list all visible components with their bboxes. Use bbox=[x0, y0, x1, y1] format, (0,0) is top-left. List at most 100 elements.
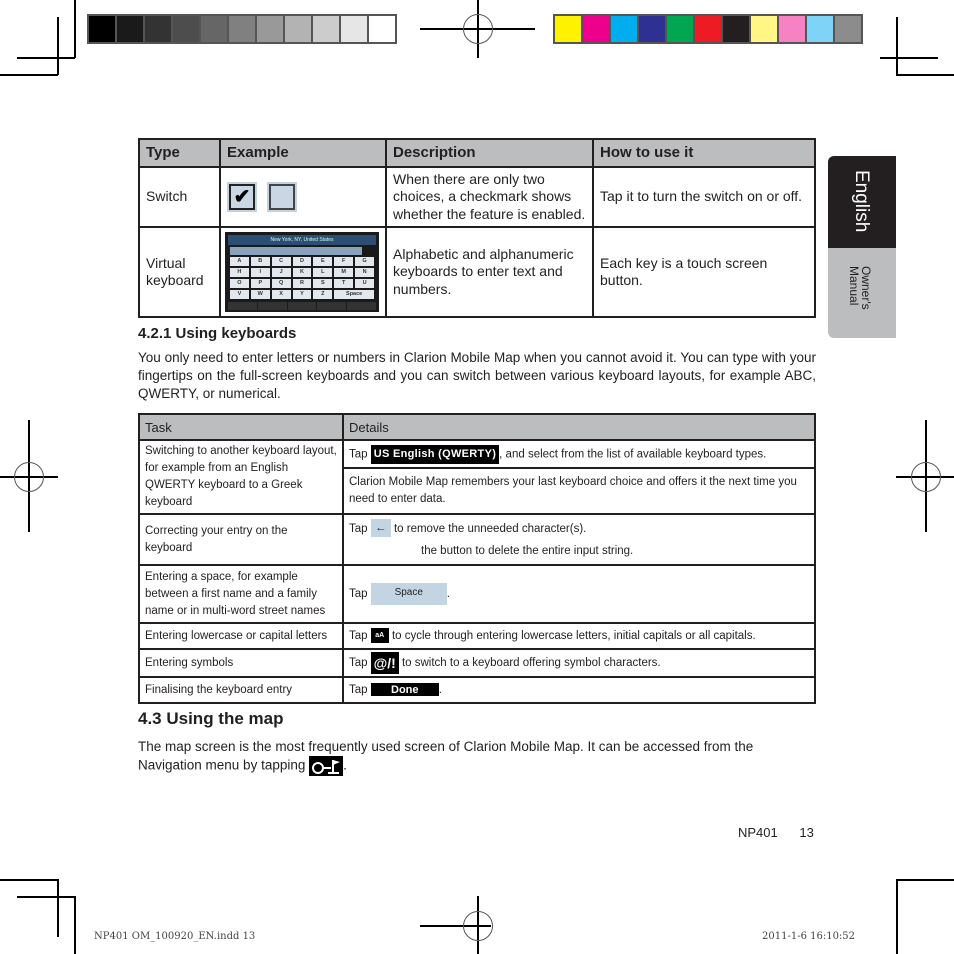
task-cell: Entering lowercase or capital letters bbox=[138, 622, 344, 650]
keyboard-key: F bbox=[334, 257, 354, 266]
space-key-button: Space bbox=[370, 583, 447, 605]
page-number: 13 bbox=[799, 825, 814, 840]
checkbox-checked: ✔ bbox=[227, 182, 257, 212]
task-cell: Correcting your entry on the keyboard bbox=[138, 513, 344, 566]
header-details: Details bbox=[342, 413, 816, 441]
gray-swatch bbox=[117, 16, 143, 42]
keyboard-key: Q bbox=[271, 279, 291, 288]
keyboard-key: A bbox=[230, 257, 249, 266]
gray-swatch bbox=[201, 16, 227, 42]
keyboard-key: V bbox=[230, 290, 249, 299]
symbols-key-icon: @/! bbox=[370, 652, 399, 674]
gray-swatch bbox=[369, 16, 395, 42]
gray-swatch bbox=[89, 16, 115, 42]
keyboard-key: H bbox=[230, 268, 249, 277]
virtual-keyboard-image: New York, NY, United States ABCDEFG HIJKL… bbox=[225, 232, 379, 312]
keyboard-key: C bbox=[271, 257, 291, 266]
table-header-row: Type Example Description How to use it bbox=[138, 138, 816, 168]
keyboard-bottom-bar bbox=[228, 302, 376, 310]
color-swatch bbox=[695, 16, 721, 42]
color-swatch bbox=[555, 16, 581, 42]
gray-swatch bbox=[173, 16, 199, 42]
keyboard-key: N bbox=[355, 268, 374, 277]
gray-swatch bbox=[257, 16, 283, 42]
example-cell: ✔ bbox=[219, 166, 387, 228]
details-cell: Tap ← to remove the unneeded character(s… bbox=[342, 513, 816, 566]
gray-swatch bbox=[313, 16, 339, 42]
task-cell: Entering a space, for example between a … bbox=[138, 564, 344, 624]
owners-manual-tab: Owner's Manual bbox=[828, 248, 896, 338]
keyboard-key: K bbox=[292, 268, 312, 277]
header-how: How to use it bbox=[592, 138, 816, 168]
gray-swatch bbox=[285, 16, 311, 42]
type-cell: Virtual keyboard bbox=[138, 226, 221, 318]
gray-swatch bbox=[229, 16, 255, 42]
how-cell: Each key is a touch screen button. bbox=[592, 226, 816, 318]
backspace-arrow-icon: ← bbox=[370, 519, 391, 538]
table-row: Switch ✔ When there are only two choices… bbox=[138, 166, 816, 228]
keyboard-key: D bbox=[292, 257, 312, 266]
keyboard-key: E bbox=[313, 257, 333, 266]
details-cell: Tap @/! to switch to a keyboard offering… bbox=[342, 648, 816, 678]
keyboard-key: P bbox=[250, 279, 270, 288]
navigation-map-icon bbox=[309, 756, 344, 776]
page-footer: NP401 13 bbox=[738, 825, 814, 840]
color-swatch bbox=[835, 16, 861, 42]
checkbox-unchecked bbox=[266, 182, 297, 212]
task-cell: Entering symbols bbox=[138, 648, 344, 678]
keyboard-key: L bbox=[313, 268, 333, 277]
description-cell: When there are only two choices, a check… bbox=[385, 166, 594, 228]
table-row: Correcting your entry on the keyboard Ta… bbox=[138, 513, 816, 566]
details-cell: Tap aA to cycle through entering lowerca… bbox=[342, 622, 816, 650]
language-label: English bbox=[851, 170, 872, 233]
gray-swatch bbox=[145, 16, 171, 42]
table-row: Entering lowercase or capital letters Ta… bbox=[138, 622, 816, 650]
keyboard-key: G bbox=[355, 257, 374, 266]
color-swatch bbox=[583, 16, 609, 42]
table-row: Entering symbols Tap @/! to switch to a … bbox=[138, 648, 816, 678]
keyboard-key: Y bbox=[292, 290, 312, 299]
table-row: Virtual keyboard New York, NY, United St… bbox=[138, 226, 816, 318]
keyboard-key: I bbox=[250, 268, 270, 277]
table-row: Entering a space, for example between a … bbox=[138, 564, 816, 624]
language-tab: English bbox=[828, 156, 896, 248]
grayscale-color-bar bbox=[87, 14, 397, 44]
header-task: Task bbox=[138, 413, 344, 441]
details-cell: Tap Done. bbox=[342, 676, 816, 704]
details-cell: Tap Space. bbox=[342, 564, 816, 624]
gray-swatch bbox=[341, 16, 367, 42]
keyboard-input-field bbox=[230, 247, 362, 255]
table-header-row: Task Details bbox=[138, 413, 816, 441]
keyboard-key: Z bbox=[313, 290, 333, 299]
color-swatch bbox=[779, 16, 805, 42]
manual-label-line1: Owner's bbox=[859, 266, 873, 310]
how-cell: Tap it to turn the switch on or off. bbox=[592, 166, 816, 228]
process-color-bar bbox=[553, 14, 863, 44]
keyboard-key: Space bbox=[334, 290, 374, 299]
color-swatch bbox=[807, 16, 833, 42]
section-heading-using-map: 4.3 Using the map bbox=[138, 709, 284, 728]
color-swatch bbox=[723, 16, 749, 42]
slug-filename: NP401 OM_100920_EN.indd 13 bbox=[94, 931, 256, 942]
table-row: Switching to another keyboard layout, fo… bbox=[138, 439, 816, 515]
keyboard-key: W bbox=[250, 290, 270, 299]
model-number: NP401 bbox=[738, 825, 778, 840]
keyboard-layout-button: US English (QWERTY) bbox=[370, 444, 500, 464]
keyboard-key: X bbox=[271, 290, 291, 299]
keyboard-key: M bbox=[334, 268, 354, 277]
keyboard-key: O bbox=[230, 279, 249, 288]
header-type: Type bbox=[138, 138, 221, 168]
keyboard-key: S bbox=[313, 279, 333, 288]
color-swatch bbox=[667, 16, 693, 42]
keyboard-keys: A B C D E F G H I J K L M N O P Q R S T U V W X Y Z Space bbox=[228, 257, 376, 299]
header-example: Example bbox=[219, 138, 387, 168]
details-cell: Tap US English (QWERTY), and select from… bbox=[342, 439, 816, 469]
table-row: Finalising the keyboard entry Tap Done. bbox=[138, 676, 816, 704]
keyboard-tasks-table: Task Details Switching to another keyboa… bbox=[138, 413, 816, 704]
section-heading-using-keyboards: 4.2.1 Using keyboards bbox=[138, 325, 297, 342]
slug-datetime: 2011-1-6 16:10:52 bbox=[762, 931, 856, 942]
task-cell: Finalising the keyboard entry bbox=[138, 676, 344, 704]
section-paragraph-keyboards: You only need to enter letters or number… bbox=[138, 350, 816, 401]
keyboard-key: J bbox=[271, 268, 291, 277]
color-swatch bbox=[751, 16, 777, 42]
